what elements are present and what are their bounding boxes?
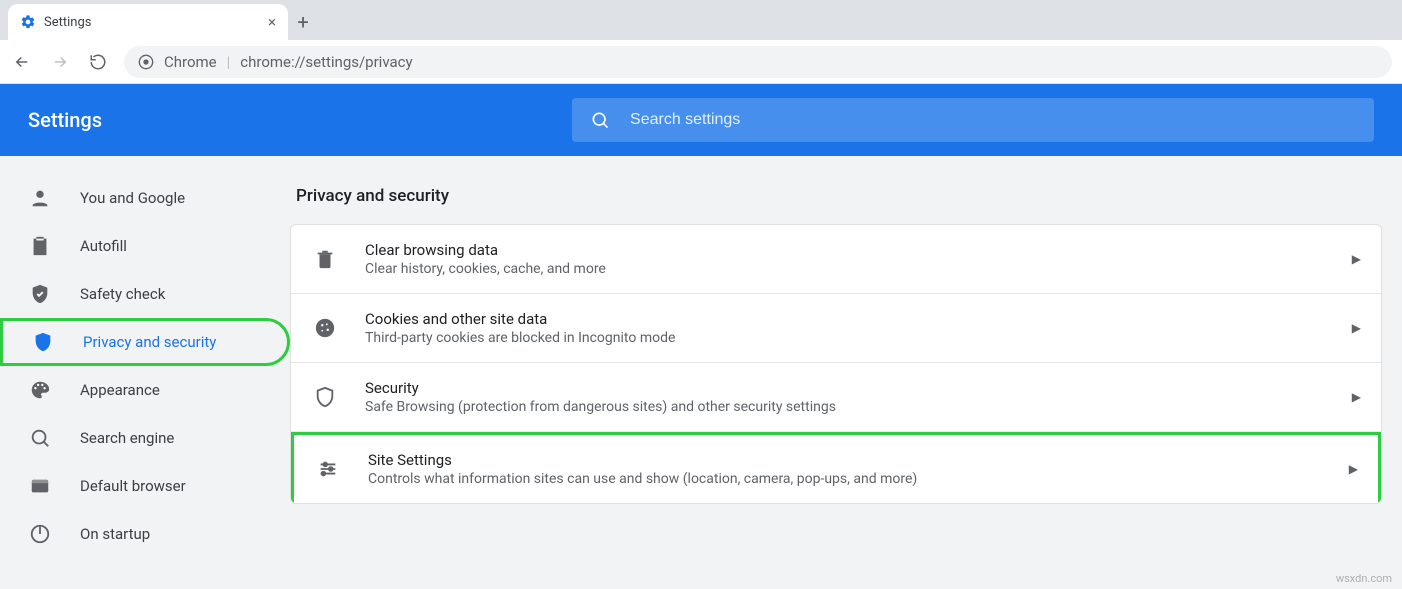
sidebar-item-on-startup[interactable]: On startup (0, 510, 290, 558)
browser-toolbar: Chrome | chrome://settings/privacy (0, 40, 1402, 84)
row-site-settings[interactable]: Site Settings Controls what information … (291, 432, 1381, 503)
reload-icon[interactable] (86, 53, 110, 71)
palette-icon (28, 379, 52, 401)
shield-icon (31, 331, 55, 353)
sidebar-item-label: Default browser (80, 477, 186, 495)
privacy-panel: Clear browsing data Clear history, cooki… (290, 224, 1382, 504)
window-icon (28, 475, 52, 497)
search-container[interactable] (572, 98, 1374, 142)
row-subtitle: Controls what information sites can use … (368, 471, 1323, 487)
chevron-right-icon: ▶ (1352, 321, 1361, 335)
row-subtitle: Safe Browsing (protection from dangerous… (365, 399, 1326, 415)
sliders-icon (314, 458, 342, 480)
sidebar-item-label: On startup (80, 525, 150, 543)
row-title: Security (365, 379, 1326, 397)
forward-icon[interactable] (48, 53, 72, 71)
search-icon (590, 110, 610, 130)
sidebar-item-safety-check[interactable]: Safety check (0, 270, 290, 318)
row-subtitle: Clear history, cookies, cache, and more (365, 261, 1326, 277)
url-separator: | (227, 53, 231, 71)
sidebar-item-label: Appearance (80, 381, 160, 399)
row-security[interactable]: Security Safe Browsing (protection from … (291, 363, 1381, 432)
settings-content: Privacy and security Clear browsing data… (290, 156, 1402, 558)
url-text: chrome://settings/privacy (240, 53, 412, 71)
sidebar-item-you-and-google[interactable]: You and Google (0, 174, 290, 222)
watermark-text: wsxdn.com (1336, 572, 1392, 585)
shield-icon (311, 386, 339, 408)
browser-tab[interactable]: Settings × (8, 4, 288, 40)
trash-icon (311, 248, 339, 270)
back-icon[interactable] (10, 53, 34, 71)
sidebar-item-search-engine[interactable]: Search engine (0, 414, 290, 462)
row-title: Clear browsing data (365, 241, 1326, 259)
cookie-icon (311, 317, 339, 339)
sidebar-item-label: Privacy and security (83, 333, 216, 351)
row-title: Site Settings (368, 451, 1323, 469)
clipboard-icon (28, 235, 52, 257)
sidebar-item-default-browser[interactable]: Default browser (0, 462, 290, 510)
section-title: Privacy and security (296, 186, 1382, 206)
new-tab-button[interactable]: + (288, 4, 318, 40)
gear-icon (20, 14, 36, 30)
person-icon (28, 187, 52, 209)
address-bar[interactable]: Chrome | chrome://settings/privacy (124, 46, 1392, 78)
row-cookies[interactable]: Cookies and other site data Third-party … (291, 294, 1381, 363)
url-scheme-label: Chrome (164, 53, 217, 71)
browser-tabstrip: Settings × + (0, 0, 1402, 40)
settings-header: Settings (0, 84, 1402, 156)
shield-check-icon (28, 283, 52, 305)
tab-close-icon[interactable]: × (268, 13, 276, 31)
chevron-right-icon: ▶ (1352, 390, 1361, 404)
row-clear-browsing-data[interactable]: Clear browsing data Clear history, cooki… (291, 225, 1381, 294)
row-title: Cookies and other site data (365, 310, 1326, 328)
page-title: Settings (28, 108, 102, 132)
chevron-right-icon: ▶ (1352, 252, 1361, 266)
sidebar-item-autofill[interactable]: Autofill (0, 222, 290, 270)
chrome-logo-icon (138, 54, 154, 70)
sidebar-item-label: Safety check (80, 285, 165, 303)
sidebar-item-label: Search engine (80, 429, 174, 447)
chevron-right-icon: ▶ (1349, 462, 1358, 476)
sidebar-item-label: Autofill (80, 237, 127, 255)
sidebar-item-label: You and Google (80, 189, 185, 207)
tab-title: Settings (44, 15, 91, 30)
power-icon (28, 523, 52, 545)
sidebar-item-privacy-and-security[interactable]: Privacy and security (0, 318, 290, 366)
row-subtitle: Third-party cookies are blocked in Incog… (365, 330, 1326, 346)
search-input[interactable] (628, 110, 1356, 130)
sidebar-item-appearance[interactable]: Appearance (0, 366, 290, 414)
search-icon (28, 427, 52, 449)
settings-sidebar: You and Google Autofill Safety check Pri… (0, 156, 290, 558)
